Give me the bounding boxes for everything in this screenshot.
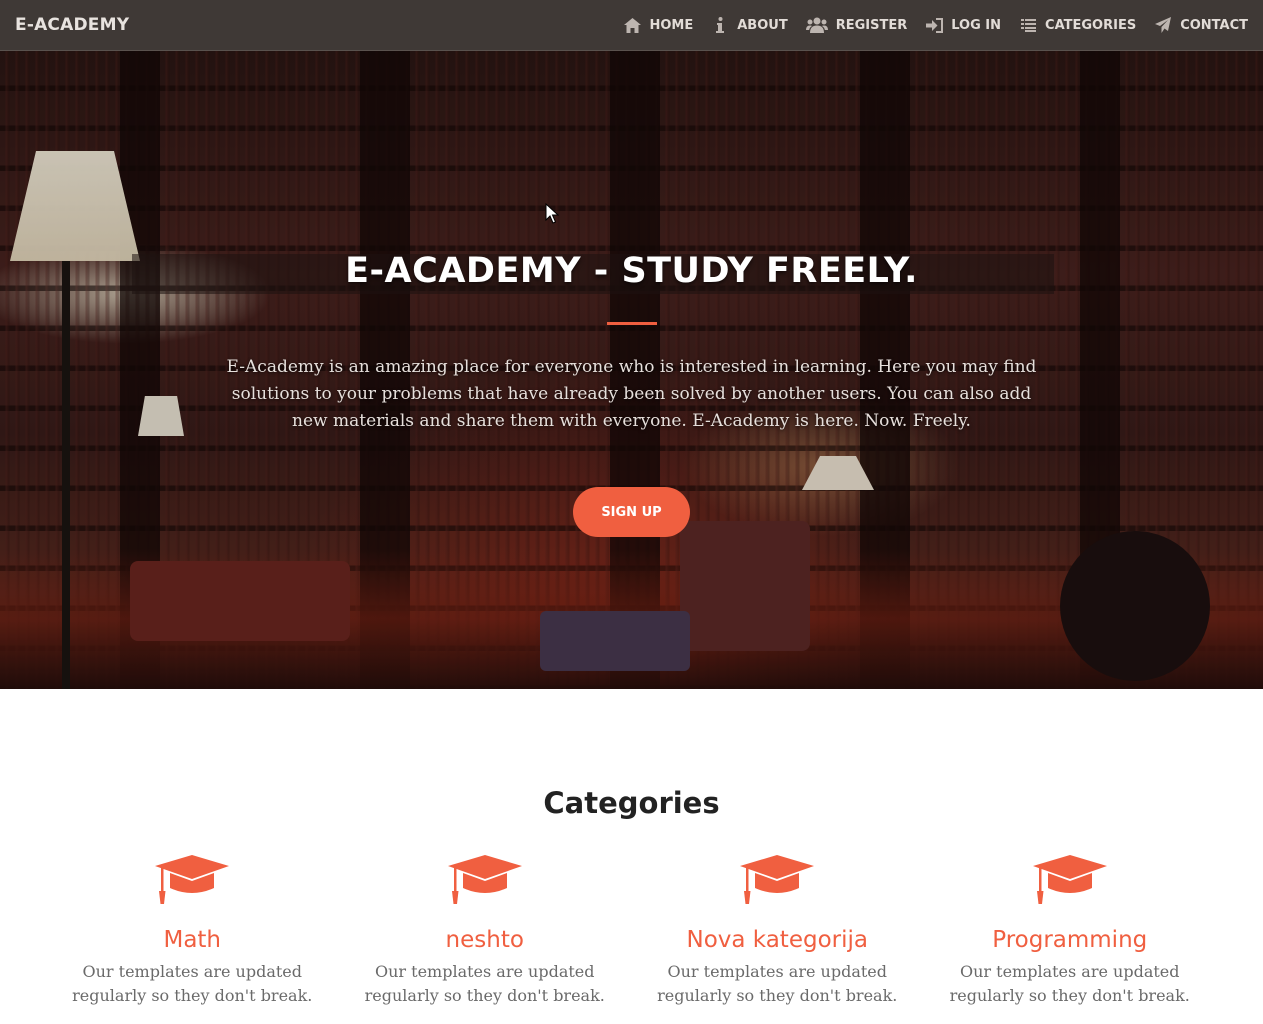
category-link-nova-kategorija[interactable]: Nova kategorija: [631, 927, 924, 957]
graduation-cap-icon: [46, 855, 339, 907]
info-icon: [711, 17, 729, 33]
category-card: Programming Our templates are updated re…: [924, 855, 1217, 1008]
send-icon: [1154, 17, 1172, 33]
graduation-cap-icon: [631, 855, 924, 907]
users-icon: [805, 17, 828, 33]
hero-section: E-ACADEMY - STUDY FREELY. E-Academy is a…: [0, 51, 1263, 689]
category-description: Our templates are updated regularly so t…: [657, 962, 898, 1005]
nav-item-login[interactable]: LOG IN: [925, 17, 1001, 33]
category-description: Our templates are updated regularly so t…: [72, 962, 313, 1005]
graduation-cap-icon: [924, 855, 1217, 907]
login-icon: [925, 17, 943, 33]
sign-up-button[interactable]: SIGN UP: [573, 487, 690, 537]
brand-logo[interactable]: E-ACADEMY: [15, 15, 129, 35]
nav-menu: HOME ABOUT REGISTER LOG IN CATEGORIES CO…: [606, 17, 1248, 33]
categories-grid: Math Our templates are updated regularly…: [46, 855, 1216, 1008]
graduation-cap-icon: [339, 855, 632, 907]
nav-item-about[interactable]: ABOUT: [711, 17, 788, 33]
category-link-programming[interactable]: Programming: [924, 927, 1217, 957]
nav-item-label: CATEGORIES: [1045, 17, 1137, 33]
nav-item-label: CONTACT: [1180, 17, 1248, 33]
nav-item-label: LOG IN: [951, 17, 1002, 33]
category-link-math[interactable]: Math: [46, 927, 339, 957]
category-description: Our templates are updated regularly so t…: [949, 962, 1190, 1005]
category-card: Nova kategorija Our templates are update…: [631, 855, 924, 1008]
mouse-cursor-icon: [545, 203, 559, 224]
category-description: Our templates are updated regularly so t…: [364, 962, 605, 1005]
categories-title: Categories: [543, 786, 720, 820]
nav-item-categories[interactable]: CATEGORIES: [1019, 17, 1136, 33]
hero-description: E-Academy is an amazing place for everyo…: [226, 357, 1037, 431]
nav-item-label: ABOUT: [737, 17, 788, 33]
hero-title: E-ACADEMY - STUDY FREELY.: [345, 251, 918, 291]
category-card: Math Our templates are updated regularly…: [46, 855, 339, 1008]
category-link-neshto[interactable]: neshto: [339, 927, 632, 957]
navbar: E-ACADEMY HOME ABOUT REGISTER LOG IN CAT…: [0, 0, 1263, 51]
list-icon: [1019, 17, 1037, 33]
nav-item-contact[interactable]: CONTACT: [1154, 17, 1248, 33]
nav-item-label: REGISTER: [835, 17, 908, 33]
nav-item-home[interactable]: HOME: [624, 17, 694, 33]
category-card: neshto Our templates are updated regular…: [339, 855, 632, 1008]
nav-item-register[interactable]: REGISTER: [805, 17, 908, 33]
home-icon: [624, 17, 642, 33]
hero-divider: [607, 322, 657, 325]
nav-item-label: HOME: [649, 17, 694, 33]
